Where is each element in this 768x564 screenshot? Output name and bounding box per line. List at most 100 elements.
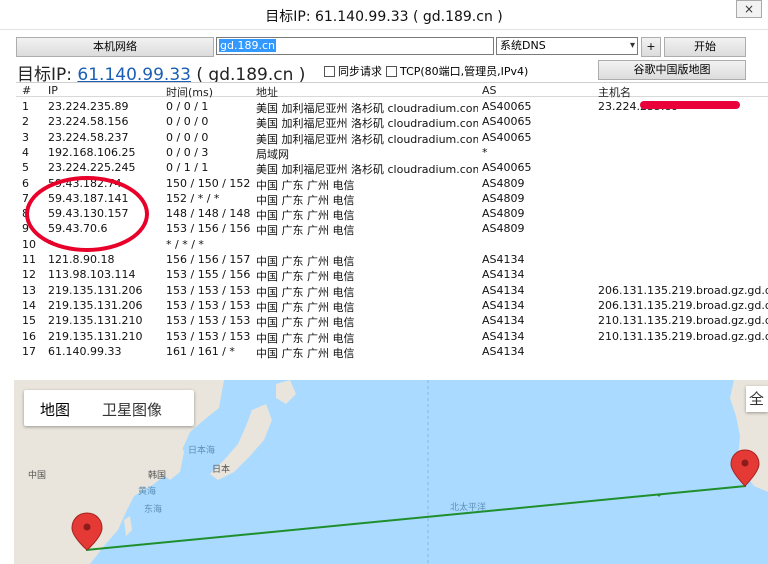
- table-cell: 2: [22, 115, 29, 129]
- table-cell: AS4134: [482, 298, 525, 312]
- start-button[interactable]: 开始: [664, 37, 746, 57]
- window-title: 目标IP: 61.140.99.33 ( gd.189.cn ): [265, 9, 503, 25]
- table-row[interactable]: 3 23.224.58.237 0 / 0 / 0 美国 加利福尼亚州 洛杉矶 clo…: [16, 130, 768, 146]
- tcp-label: TCP(80端口,管理员,IPv4): [400, 65, 529, 78]
- title-bar: 目标IP: 61.140.99.33 ( gd.189.cn ) ×: [0, 0, 768, 30]
- dns-select-value: 系统DNS: [500, 39, 546, 52]
- table-cell: 153 / 153 / 153: [166, 329, 251, 343]
- checkbox-box: [386, 66, 397, 77]
- route-point: [657, 493, 661, 497]
- label-yellow-sea: 黄海: [138, 487, 157, 497]
- table-cell: 153 / 153 / 153: [166, 298, 251, 312]
- table-cell: 23.224.58.237: [48, 130, 129, 144]
- redaction-mark: [640, 101, 740, 109]
- table-cell: 153 / 156 / 156: [166, 222, 251, 236]
- table-cell: 219.135.131.210: [48, 329, 143, 343]
- local-network-button[interactable]: 本机网络: [16, 37, 214, 57]
- table-cell: 0 / 1 / 1: [166, 161, 209, 175]
- table-row[interactable]: 12 113.98.103.114 153 / 155 / 156 中国 广东 广州 …: [16, 267, 768, 283]
- tcp-checkbox[interactable]: TCP(80端口,管理员,IPv4): [386, 63, 528, 79]
- route-map[interactable]: 中国 韩国 日本 日本海 黄海 东海 北太平洋 地图 卫星图像 全: [14, 380, 768, 564]
- label-china: 中国: [28, 471, 47, 481]
- table-row[interactable]: 13 219.135.131.206 153 / 153 / 153 中国 广东 广州…: [16, 283, 768, 299]
- fullscreen-label: 全: [749, 390, 765, 408]
- table-cell: 0 / 0 / 0: [166, 115, 209, 129]
- sync-request-label: 同步请求: [338, 65, 382, 78]
- table-row[interactable]: 14 219.135.131.206 153 / 153 / 153 中国 广东 广州…: [16, 298, 768, 314]
- table-row[interactable]: 16 219.135.131.210 153 / 153 / 153 中国 广东 广州…: [16, 329, 768, 345]
- tab-map[interactable]: 地图: [40, 399, 70, 420]
- table-cell: 11: [22, 253, 36, 266]
- table-cell: 1: [22, 100, 29, 113]
- table-cell: 121.8.90.18: [48, 253, 115, 266]
- table-cell: 0 / 0 / 0: [166, 130, 209, 144]
- table-cell: 206.131.135.219.broad.gz.gd.dyna...: [598, 298, 768, 312]
- table-cell: 148 / 148 / 148: [166, 207, 251, 221]
- host-input-value: gd.189.cn: [219, 39, 276, 52]
- table-row[interactable]: 2 23.224.58.156 0 / 0 / 0 美国 加利福尼亚州 洛杉矶 clo…: [16, 114, 768, 130]
- table-cell: 4: [22, 145, 29, 159]
- chevron-down-icon: ▾: [629, 40, 635, 51]
- table-cell: 219.135.131.206: [48, 298, 143, 312]
- table-row[interactable]: 4 192.168.106.25 0 / 0 / 3 局域网 *: [16, 145, 768, 161]
- table-cell: AS4134: [482, 344, 525, 358]
- table-cell: * / * / *: [166, 237, 204, 251]
- label-east-sea: 东海: [144, 505, 163, 515]
- table-cell: AS4134: [482, 253, 525, 266]
- table-row[interactable]: 5 23.224.225.245 0 / 1 / 1 美国 加利福尼亚州 洛杉矶 cl…: [16, 160, 768, 176]
- table-row[interactable]: 17 61.140.99.33 161 / 161 / * 中国 广东 广州 电信 AS…: [16, 344, 768, 360]
- close-button[interactable]: ×: [736, 0, 762, 18]
- table-cell: 153 / 153 / 153: [166, 314, 251, 328]
- table-cell: AS4809: [482, 222, 525, 236]
- table-cell: 23.224.58.156: [48, 115, 129, 129]
- table-cell: AS40065: [482, 115, 532, 129]
- table-cell: 152 / * / *: [166, 191, 220, 205]
- column-header[interactable]: #: [22, 84, 31, 97]
- table-cell: 15: [22, 314, 36, 328]
- table-cell: 161 / 161 / *: [166, 344, 235, 358]
- table-cell: AS40065: [482, 161, 532, 175]
- table-cell: 12: [22, 268, 36, 282]
- table-cell: AS4134: [482, 329, 525, 343]
- table-cell: 16: [22, 329, 36, 343]
- column-header[interactable]: 地址: [256, 84, 278, 100]
- label-pacific: 北太平洋: [450, 503, 487, 513]
- table-cell: AS4134: [482, 283, 525, 297]
- table-cell: 156 / 156 / 157: [166, 253, 251, 266]
- fullscreen-button[interactable]: 全: [746, 386, 768, 412]
- column-header[interactable]: 主机名: [598, 84, 631, 100]
- table-cell: AS4134: [482, 268, 525, 282]
- label-korea: 韩国: [148, 471, 167, 481]
- checkbox-box: [324, 66, 335, 77]
- table-row[interactable]: 11 121.8.90.18 156 / 156 / 157 中国 广东 广州 电信 A…: [16, 252, 768, 268]
- table-cell: 17: [22, 344, 36, 358]
- highlight-circle: [25, 176, 149, 252]
- table-cell: *: [482, 145, 488, 159]
- tab-satellite[interactable]: 卫星图像: [102, 399, 162, 420]
- column-header[interactable]: AS: [482, 84, 497, 97]
- google-china-map-button[interactable]: 谷歌中国版地图: [598, 60, 746, 80]
- table-cell: 206.131.135.219.broad.gz.gd.dyna...: [598, 283, 768, 297]
- table-header: # IP 时间(ms) 地址 AS 主机名: [16, 83, 768, 100]
- table-cell: AS4134: [482, 314, 525, 328]
- table-cell: 113.98.103.114: [48, 268, 136, 282]
- table-cell: 61.140.99.33: [48, 344, 122, 358]
- sync-request-checkbox[interactable]: 同步请求: [324, 63, 382, 79]
- column-header[interactable]: 时间(ms): [166, 84, 213, 100]
- column-header[interactable]: IP: [48, 84, 58, 97]
- table-cell: 3: [22, 130, 29, 144]
- table-cell: AS4809: [482, 176, 525, 190]
- host-input[interactable]: gd.189.cn: [216, 37, 494, 55]
- add-button[interactable]: +: [641, 37, 661, 57]
- map-type-tabs: 地图 卫星图像: [24, 390, 194, 426]
- table-row[interactable]: 15 219.135.131.210 153 / 153 / 153 中国 广东 广州…: [16, 313, 768, 329]
- dns-select[interactable]: 系统DNS ▾: [496, 37, 638, 55]
- table-cell: 23.224.235.89: [48, 100, 129, 113]
- table-cell: 219.135.131.206: [48, 283, 143, 297]
- table-cell: AS4809: [482, 207, 525, 221]
- table-cell: 210.131.135.219.broad.gz.gd.dyna...: [598, 329, 768, 343]
- table-cell: 192.168.106.25: [48, 145, 136, 159]
- table-cell: 14: [22, 298, 36, 312]
- label-japan: 日本: [212, 465, 231, 475]
- table-cell: 23.224.225.245: [48, 161, 136, 175]
